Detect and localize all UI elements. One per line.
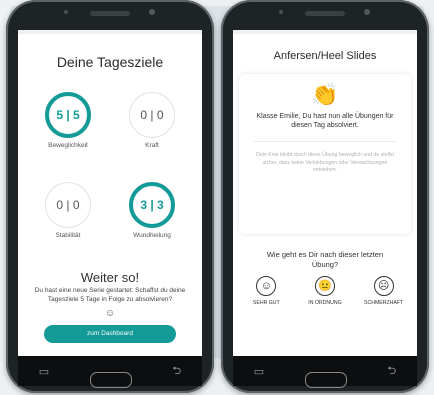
rating-sehr-gut[interactable]: ☺ SEHR GUT xyxy=(237,276,295,306)
cheer-heading: Weiter so! xyxy=(80,270,140,285)
neutral-face-icon: 😐 xyxy=(314,276,335,297)
goal-ring: 0 | 0 xyxy=(45,182,91,228)
phone-left: Deine Tagesziele 5 | 5 Beweglichkeit 0 |… xyxy=(6,0,214,393)
happy-face-icon: ☺ xyxy=(256,276,277,297)
divider xyxy=(253,140,397,142)
feedback-question: Wie geht es Dir nach dieser letzten Übun… xyxy=(266,250,384,270)
status-bar xyxy=(18,30,202,34)
praise-text: Klasse Emilie, Du hast nun alle Übungen … xyxy=(256,113,394,130)
sensor-dot xyxy=(64,10,68,14)
screen-exercise-feedback: Anfersen/Heel Slides 👏 Klasse Emilie, Du… xyxy=(233,30,417,356)
page-title: Deine Tagesziele xyxy=(56,54,164,70)
rating-label: SCHMERZHAFT xyxy=(364,300,404,307)
back-icon[interactable]: ⮌ xyxy=(387,362,396,381)
back-icon[interactable]: ⮌ xyxy=(172,362,181,381)
sensor-dot xyxy=(279,10,283,14)
speaker-grill xyxy=(90,11,130,16)
exercise-note: Dein Knie bleibt durch diese Übung beweg… xyxy=(256,151,394,174)
home-button[interactable] xyxy=(90,372,132,388)
front-camera xyxy=(364,9,370,15)
goal-label: Stabilität xyxy=(55,232,81,239)
goal-kraft[interactable]: 0 | 0 Kraft xyxy=(110,92,194,149)
dashboard-button[interactable]: zum Dashboard xyxy=(44,324,176,343)
streak-message: Du hast eine neue Serie gestartet: Schaf… xyxy=(34,287,186,303)
goal-stabilitaet[interactable]: 0 | 0 Stabilität xyxy=(26,182,110,239)
recent-apps-icon[interactable]: ▭ xyxy=(39,365,49,378)
goal-ring: 3 | 3 xyxy=(129,182,175,228)
goal-label: Kraft xyxy=(145,142,159,149)
rating-label: IN ORDNUNG xyxy=(308,300,342,307)
screen-daily-goals: Deine Tagesziele 5 | 5 Beweglichkeit 0 |… xyxy=(18,30,202,356)
phone-right: Anfersen/Heel Slides 👏 Klasse Emilie, Du… xyxy=(221,0,429,393)
sad-face-icon: ☹ xyxy=(373,276,394,297)
rating-in-ordnung[interactable]: 😐 IN ORDNUNG xyxy=(296,276,354,306)
status-bar xyxy=(233,30,417,34)
goal-ring: 5 | 5 xyxy=(45,92,91,138)
goal-label: Beweglichkeit xyxy=(48,142,88,149)
goal-wundheilung[interactable]: 3 | 3 Wundheilung xyxy=(110,182,194,239)
rating-label: SEHR GUT xyxy=(252,300,280,307)
rating-schmerzhaft[interactable]: ☹ SCHMERZHAFT xyxy=(355,276,413,306)
smiley-icon: ☺ xyxy=(104,307,116,319)
clapping-hands-icon: 👏 xyxy=(311,82,339,107)
goal-label: Wundheilung xyxy=(133,232,171,239)
front-camera xyxy=(149,9,155,15)
home-button[interactable] xyxy=(305,372,347,388)
exercise-title: Anfersen/Heel Slides xyxy=(273,50,377,62)
speaker-grill xyxy=(305,11,345,16)
completion-card: 👏 Klasse Emilie, Du hast nun alle Übunge… xyxy=(239,74,411,234)
recent-apps-icon[interactable]: ▭ xyxy=(254,365,264,378)
goal-ring: 0 | 0 xyxy=(129,92,175,138)
goal-beweglichkeit[interactable]: 5 | 5 Beweglichkeit xyxy=(26,92,110,149)
rating-options: ☺ SEHR GUT 😐 IN ORDNUNG ☹ SCHMERZHAFT xyxy=(233,276,417,306)
goals-grid: 5 | 5 Beweglichkeit 0 | 0 Kraft 0 | 0 St… xyxy=(18,70,202,270)
